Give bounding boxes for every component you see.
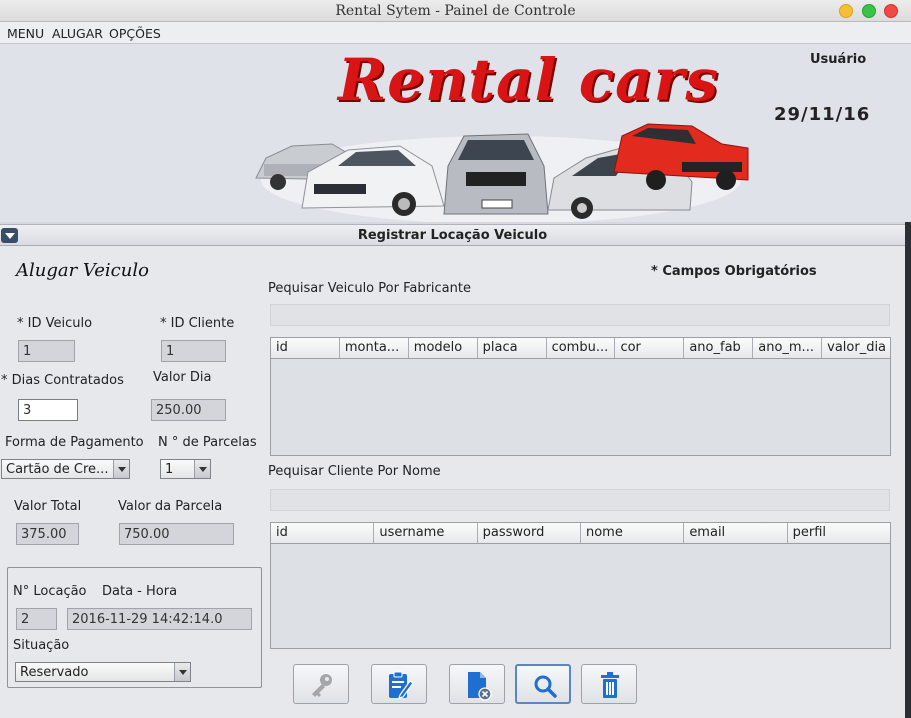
panel-edge [905, 222, 911, 718]
forma-pagamento-select[interactable]: Cartão de Cre... [1, 459, 130, 479]
minimize-button[interactable] [839, 4, 853, 18]
document-cancel-icon [468, 672, 492, 701]
current-date: 29/11/16 [774, 104, 871, 125]
menu-item-menu[interactable]: MENU [7, 26, 44, 41]
valor-dia-label: Valor Dia [153, 370, 212, 385]
id-veiculo-label: * ID Veiculo [17, 316, 93, 331]
column-header[interactable]: ano_fab [684, 338, 754, 358]
chevron-down-icon[interactable] [194, 460, 210, 478]
column-header[interactable]: password [478, 523, 581, 543]
valor-dia-field[interactable]: 250.00 [151, 399, 226, 421]
column-header[interactable]: combu... [547, 338, 616, 358]
parcelas-value: 1 [165, 462, 174, 477]
column-header[interactable]: cor [615, 338, 685, 358]
window-titlebar: Rental Sytem - Painel de Controle [0, 0, 911, 22]
valor-total-label: Valor Total [14, 499, 82, 514]
vehicle-search-label: Pequisar Veiculo Por Fabricante [268, 281, 471, 296]
parcelas-select[interactable]: 1 [160, 459, 211, 479]
panel-title: Registrar Locação Veiculo [357, 228, 548, 243]
column-header[interactable]: nome [581, 523, 685, 543]
search-icon [534, 675, 557, 698]
column-header[interactable]: placa [478, 338, 547, 358]
form-heading: Alugar Veiculo [16, 260, 149, 281]
menu-item-alugar[interactable]: ALUGAR [52, 26, 103, 41]
parcelas-label: N ° de Parcelas [158, 435, 257, 450]
column-header[interactable]: perfil [788, 523, 890, 543]
vehicle-search-input[interactable] [270, 304, 890, 326]
column-header[interactable]: modelo [409, 338, 478, 358]
column-header[interactable]: ano_m... [753, 338, 823, 358]
user-label: Usuário [810, 52, 867, 67]
id-cliente-field[interactable]: 1 [161, 340, 226, 362]
valor-parcela-field[interactable]: 750.00 [119, 523, 234, 545]
id-cliente-label: * ID Cliente [160, 316, 235, 331]
cars-banner-image [255, 123, 749, 222]
vehicle-table-header: id monta... modelo placa combu... cor an… [271, 338, 890, 359]
search-button[interactable] [515, 664, 571, 704]
delete-button[interactable] [581, 664, 637, 704]
locacao-number-label: N° Locação [13, 584, 87, 599]
app-logo: Rental cars [338, 46, 719, 114]
window-title: Rental Sytem - Painel de Controle [335, 3, 576, 19]
panel-titlebar: Registrar Locação Veiculo [0, 224, 905, 246]
column-header[interactable]: valor_dia [822, 338, 890, 358]
vehicle-table[interactable]: id monta... modelo placa combu... cor an… [270, 337, 891, 456]
situacao-label: Situação [13, 638, 70, 653]
key-icon [312, 674, 332, 697]
column-header[interactable]: monta... [340, 338, 409, 358]
data-hora-label: Data - Hora [102, 584, 178, 599]
chevron-down-icon[interactable] [113, 460, 129, 478]
chevron-down-icon[interactable] [174, 663, 190, 681]
close-window-button[interactable] [884, 4, 898, 18]
situacao-select[interactable]: Reservado [15, 662, 191, 682]
menu-item-opcoes[interactable]: OPÇÕES [109, 26, 161, 41]
edit-button[interactable] [371, 664, 427, 704]
client-table-header: id username password nome email perfil [271, 523, 890, 544]
forma-pagamento-label: Forma de Pagamento [5, 435, 144, 450]
forma-pagamento-value: Cartão de Cre... [6, 462, 109, 477]
required-fields-note: * Campos Obrigatórios [651, 264, 817, 279]
car-graphic [443, 133, 549, 215]
column-header[interactable]: email [684, 523, 788, 543]
trash-icon [601, 672, 619, 698]
header-banner: Rental cars Usuário 29/11/16 [0, 44, 911, 222]
dias-contratados-label: * Dias Contratados [1, 373, 124, 388]
locacao-number-field[interactable]: 2 [16, 608, 57, 630]
valor-parcela-label: Valor da Parcela [118, 499, 223, 514]
id-veiculo-field[interactable]: 1 [18, 340, 75, 362]
rental-form-panel: Alugar Veiculo * Campos Obrigatórios * I… [0, 246, 905, 718]
column-header[interactable]: id [271, 338, 340, 358]
client-search-label: Pequisar Cliente Por Nome [268, 464, 441, 479]
column-header[interactable]: id [271, 523, 375, 543]
cancel-document-button[interactable] [449, 664, 505, 704]
valor-total-field[interactable]: 375.00 [16, 523, 79, 545]
situacao-value: Reservado [20, 665, 89, 680]
client-table[interactable]: id username password nome email perfil [270, 522, 891, 649]
column-header[interactable]: username [374, 523, 478, 543]
menubar: MENU ALUGAR OPÇÕES [0, 22, 911, 44]
maximize-button[interactable] [862, 4, 876, 18]
dias-contratados-input[interactable]: 3 [18, 399, 78, 421]
edit-clipboard-icon [389, 671, 414, 699]
key-button[interactable] [293, 664, 349, 704]
client-search-input[interactable] [270, 489, 890, 511]
data-hora-field[interactable]: 2016-11-29 14:42:14.0 [67, 608, 252, 630]
